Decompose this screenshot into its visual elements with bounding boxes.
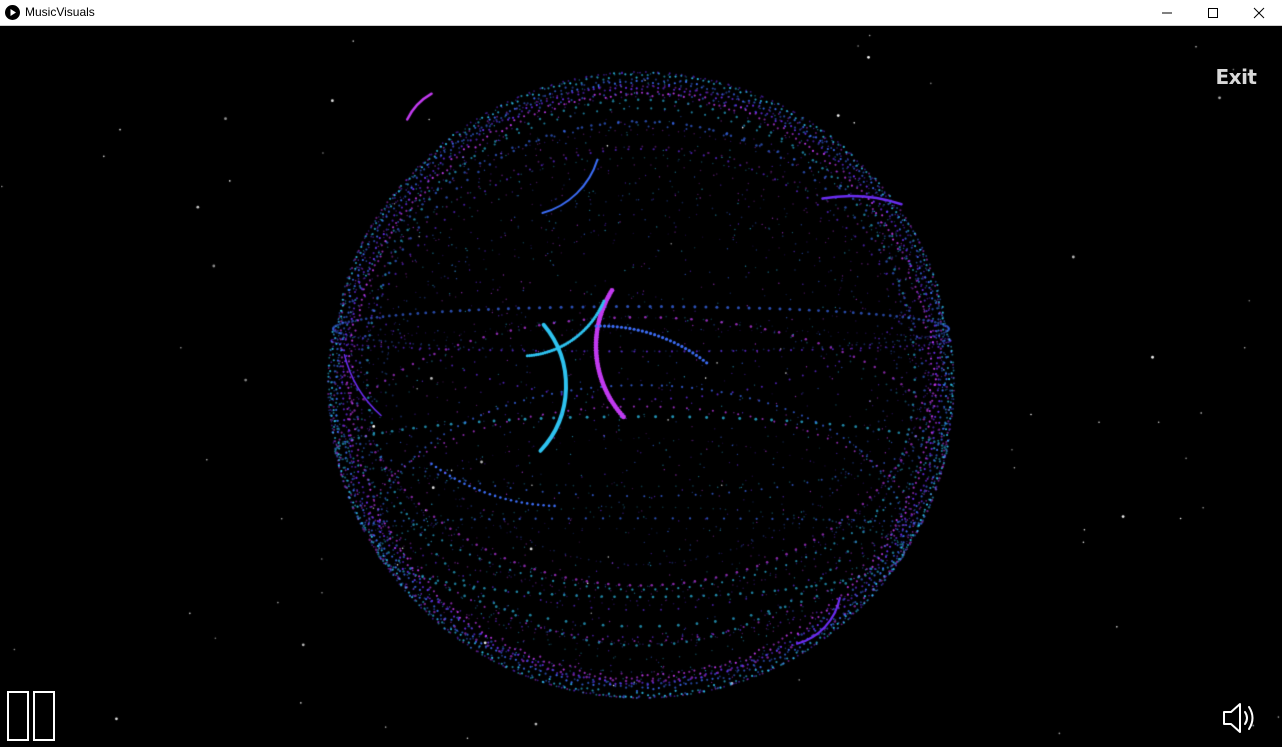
- volume-icon: [1223, 703, 1254, 733]
- minimize-button[interactable]: [1144, 0, 1190, 26]
- visualization-area: [1, 26, 1281, 746]
- title-bar[interactable]: MusicVisuals: [0, 0, 1282, 26]
- app-window: MusicVisuals Exit: [0, 0, 1282, 747]
- window-title: MusicVisuals: [25, 5, 95, 19]
- particle-sphere-visual: [1, 26, 1281, 746]
- close-icon: [1253, 7, 1265, 19]
- close-button[interactable]: [1236, 0, 1282, 26]
- volume-button[interactable]: [1220, 698, 1260, 738]
- exit-button[interactable]: Exit: [1208, 64, 1264, 90]
- maximize-button[interactable]: [1190, 0, 1236, 26]
- play-circle-icon: [5, 5, 20, 20]
- pause-icon: [7, 691, 55, 741]
- maximize-icon: [1208, 8, 1218, 18]
- minimize-icon: [1162, 12, 1172, 14]
- pause-button[interactable]: [6, 690, 58, 742]
